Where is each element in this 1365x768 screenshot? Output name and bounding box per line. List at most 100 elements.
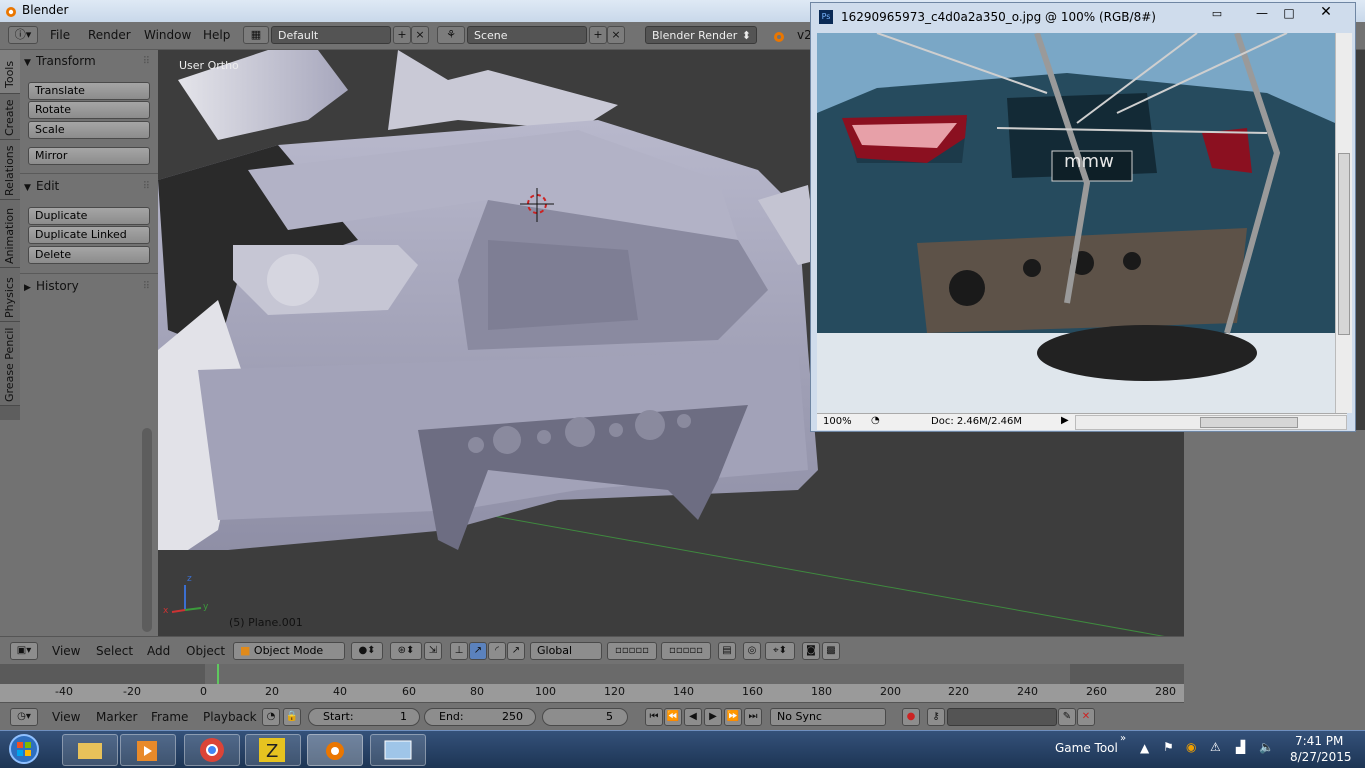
layers-grid-icon[interactable]: ▫▫▫▫▫ — [607, 642, 657, 660]
ps-hscroll-thumb[interactable] — [1200, 417, 1298, 428]
ps-image-canvas[interactable]: mmw — [817, 33, 1335, 413]
clock-date[interactable]: 8/27/2015 — [1290, 750, 1352, 764]
taskbar-blender-icon[interactable] — [307, 734, 363, 766]
tab-tools[interactable]: Tools — [0, 50, 20, 94]
timeline-editor-type-icon[interactable]: ◷▾ — [10, 708, 38, 726]
tab-grease-pencil[interactable]: Grease Pencil — [0, 322, 20, 406]
rotate-button[interactable]: Rotate — [28, 101, 150, 119]
menu-file[interactable]: File — [50, 28, 70, 42]
ps-zoom-level[interactable]: 100% — [823, 416, 852, 427]
menu-view[interactable]: View — [52, 644, 80, 658]
taskbar-photoshop-icon[interactable] — [370, 734, 426, 766]
tray-app-icon[interactable]: ◉ — [1186, 740, 1196, 754]
tray-overflow-icon[interactable]: ▲ — [1140, 741, 1149, 755]
insert-keyframe-icon[interactable]: ✎ — [1058, 708, 1076, 726]
jump-keyframe-back-icon[interactable]: ⏪ — [664, 708, 682, 726]
render-anim-icon[interactable]: ▩ — [822, 642, 840, 660]
drag-grip-icon[interactable]: ⠿ — [143, 56, 150, 67]
ps-scroll-thumb[interactable] — [1338, 153, 1350, 335]
scrollbar[interactable] — [142, 428, 152, 632]
tab-create[interactable]: Create — [0, 94, 20, 140]
ps-status-arrow-icon[interactable]: ▶ — [1061, 415, 1069, 426]
proportional-edit-icon[interactable]: ◎ — [743, 642, 761, 660]
start-frame-field[interactable]: Start: 1 — [308, 708, 420, 726]
ps-maximize-icon[interactable]: □ — [1278, 6, 1300, 22]
volume-icon[interactable]: 🔈 — [1259, 740, 1274, 754]
duplicate-button[interactable]: Duplicate — [28, 207, 150, 225]
delete-keyframe-icon[interactable]: ✕ — [1077, 708, 1095, 726]
scene-close-icon[interactable]: × — [607, 26, 625, 44]
signal-icon[interactable]: ▟ — [1236, 740, 1245, 754]
network-icon[interactable]: ⚠ — [1210, 740, 1221, 754]
editor-type-icon[interactable]: ▣▾ — [10, 642, 38, 660]
render-engine-selector[interactable]: Blender Render ⬍ — [645, 26, 757, 44]
record-icon[interactable]: ● — [902, 708, 920, 726]
layout-close-icon[interactable]: × — [411, 26, 429, 44]
layout-selector[interactable]: Default — [271, 26, 391, 44]
translate-button[interactable]: Translate — [28, 82, 150, 100]
play-icon[interactable]: ▶ — [704, 708, 722, 726]
taskbar-chrome-icon[interactable] — [184, 734, 240, 766]
menu-object[interactable]: Object — [186, 644, 225, 658]
delete-button[interactable]: Delete — [28, 246, 150, 264]
current-frame-marker[interactable] — [217, 664, 219, 684]
mode-selector[interactable]: ■ Object Mode — [233, 642, 345, 660]
tray-expand-icon[interactable]: » — [1120, 733, 1126, 744]
tl-menu-playback[interactable]: Playback — [203, 710, 257, 724]
render-camera-icon[interactable]: ◙ — [802, 642, 820, 660]
snap-icon[interactable]: ⌖⬍ — [765, 642, 795, 660]
menu-select[interactable]: Select — [96, 644, 133, 658]
keying-set-field[interactable] — [947, 708, 1057, 726]
scene-add-icon[interactable]: + — [589, 26, 607, 44]
menu-add[interactable]: Add — [147, 644, 170, 658]
taskbar-explorer-icon[interactable] — [62, 734, 118, 766]
manipulator-toggle-icon[interactable]: ⇲ — [424, 642, 442, 660]
preview-range-icon[interactable]: ◔ — [262, 708, 280, 726]
tl-menu-frame[interactable]: Frame — [151, 710, 188, 724]
taskbar-zbrush-icon[interactable]: Z — [245, 734, 301, 766]
history-panel-header[interactable]: ▶ History ⠿ — [24, 279, 154, 299]
tl-menu-marker[interactable]: Marker — [96, 710, 137, 724]
layout-grid-icon[interactable]: ▦ — [243, 26, 269, 44]
end-frame-field[interactable]: End: 250 — [424, 708, 536, 726]
current-frame-field[interactable]: 5 — [542, 708, 628, 726]
edit-panel-header[interactable]: ▼ Edit ⠿ — [24, 179, 154, 199]
manipulator-rotate-icon[interactable]: ↗ — [469, 642, 487, 660]
timeline-area[interactable]: -40 -20 0 20 40 60 80 100 120 140 160 18… — [0, 664, 1184, 702]
duplicate-linked-button[interactable]: Duplicate Linked — [28, 226, 150, 244]
taskbar-media-icon[interactable] — [120, 734, 176, 766]
sync-selector[interactable]: No Sync — [770, 708, 886, 726]
photoshop-window[interactable]: Ps 16290965973_c4d0a2a350_o.jpg @ 100% (… — [810, 2, 1356, 432]
jump-end-icon[interactable]: ⏭ — [744, 708, 762, 726]
manipulator-scale-icon[interactable]: ◜ — [488, 642, 506, 660]
clock-time[interactable]: 7:41 PM — [1295, 734, 1343, 748]
ps-restore-icon[interactable]: ▭ — [1206, 7, 1228, 23]
info-editor-type-icon[interactable]: ⓘ▾ — [8, 26, 38, 44]
ps-minimize-icon[interactable]: — — [1251, 6, 1273, 22]
ps-vertical-scrollbar[interactable] — [1335, 33, 1352, 413]
jump-start-icon[interactable]: ⏮ — [645, 708, 663, 726]
layout-add-icon[interactable]: + — [393, 26, 411, 44]
tab-physics[interactable]: Physics — [0, 268, 20, 322]
transform-panel-header[interactable]: ▼ Transform ⠿ — [24, 54, 154, 74]
action-center-flag-icon[interactable]: ⚑ — [1163, 740, 1174, 754]
mirror-button[interactable]: Mirror — [28, 147, 150, 165]
layers-grid-icon[interactable]: ▫▫▫▫▫ — [661, 642, 711, 660]
drag-grip-icon[interactable]: ⠿ — [143, 181, 150, 192]
jump-keyframe-forward-icon[interactable]: ⏩ — [724, 708, 742, 726]
menu-render[interactable]: Render — [88, 28, 131, 42]
orientation-selector[interactable]: Global — [530, 642, 602, 660]
menu-help[interactable]: Help — [203, 28, 230, 42]
game-tool-label[interactable]: Game Tool — [1055, 741, 1118, 755]
ps-horizontal-scrollbar[interactable] — [1075, 415, 1347, 430]
ps-status-icon[interactable]: ◔ — [871, 415, 880, 426]
manipulator-translate-icon[interactable]: ⊥ — [450, 642, 468, 660]
lock-layers-icon[interactable]: ▤ — [718, 642, 736, 660]
tl-menu-view[interactable]: View — [52, 710, 80, 724]
tab-relations[interactable]: Relations — [0, 140, 20, 200]
play-reverse-icon[interactable]: ◀ — [684, 708, 702, 726]
scene-icon[interactable]: ⚘ — [437, 26, 465, 44]
ps-close-icon[interactable]: ✕ — [1305, 4, 1347, 24]
tab-animation[interactable]: Animation — [0, 200, 20, 268]
menu-window[interactable]: Window — [144, 28, 191, 42]
